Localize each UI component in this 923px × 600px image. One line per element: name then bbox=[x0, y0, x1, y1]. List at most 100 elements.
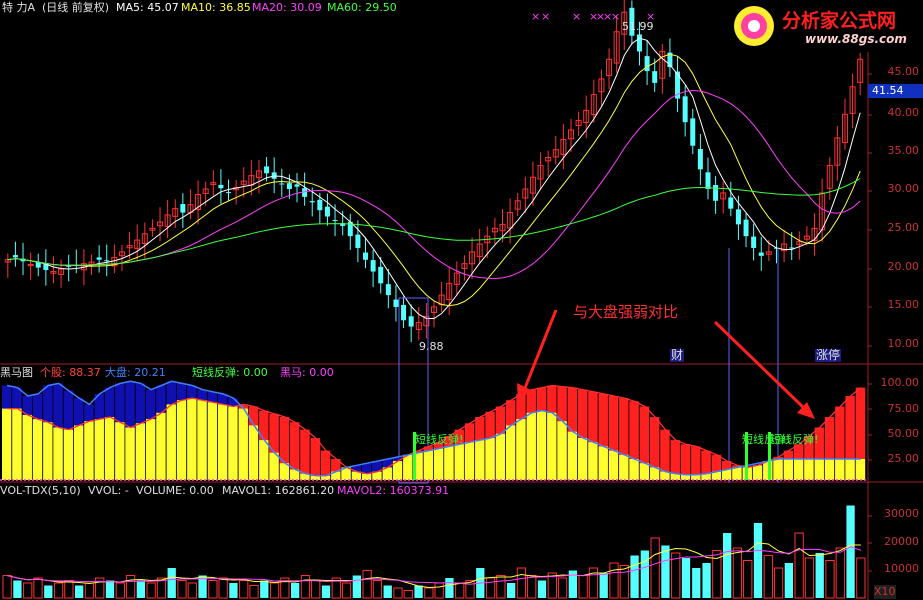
candle-body bbox=[96, 257, 102, 260]
period-label: (日线 前复权) bbox=[42, 1, 110, 14]
volume-bar bbox=[640, 550, 649, 598]
market-bar bbox=[444, 446, 455, 480]
market-bar bbox=[475, 440, 486, 480]
ma10-label: MA10: 36.85 bbox=[181, 1, 251, 14]
volume-bar bbox=[619, 565, 629, 599]
volume-bar bbox=[208, 580, 218, 599]
ma20-line bbox=[7, 89, 861, 280]
candle-body bbox=[363, 252, 369, 260]
volume-bar bbox=[218, 577, 228, 599]
stock-bar bbox=[156, 412, 167, 480]
market-bar bbox=[794, 459, 805, 480]
rebound-label: 短线反弹! bbox=[415, 433, 464, 446]
volume-tick: 20000 bbox=[884, 535, 919, 548]
x-mark: × bbox=[541, 10, 551, 23]
candle-body bbox=[393, 299, 399, 307]
market-bar bbox=[454, 444, 465, 480]
candle-body bbox=[180, 204, 186, 213]
x-mark: × bbox=[531, 10, 541, 23]
market-bar bbox=[824, 459, 836, 480]
candle-body bbox=[652, 71, 658, 83]
volume-bar bbox=[33, 577, 43, 599]
market-bar bbox=[557, 421, 568, 480]
x-mark: × bbox=[572, 10, 582, 23]
volume-bar bbox=[455, 582, 465, 599]
candle-body bbox=[279, 183, 285, 185]
volume-bar bbox=[44, 585, 53, 598]
stock-bar bbox=[310, 438, 321, 480]
x-mark: × bbox=[611, 10, 621, 23]
volume-bar bbox=[773, 567, 784, 599]
market-bar bbox=[639, 463, 650, 480]
volume-title: VOL-TDX(5,10) bbox=[0, 484, 81, 497]
indicator-tick: 100.00 bbox=[880, 376, 920, 389]
volume-bar bbox=[53, 582, 64, 599]
volume-bar bbox=[414, 585, 423, 598]
stock-bar bbox=[176, 400, 188, 480]
volume-bar bbox=[187, 582, 197, 599]
indicator-market: 大盘: 20.21 bbox=[105, 366, 166, 379]
volume-bar bbox=[84, 582, 95, 599]
stock-bar bbox=[94, 419, 105, 480]
candle-body bbox=[370, 260, 376, 272]
stock-bar bbox=[22, 414, 33, 480]
candle-body bbox=[309, 201, 315, 203]
market-bar bbox=[722, 469, 733, 480]
stock-bar bbox=[166, 404, 177, 480]
market-bar bbox=[516, 419, 527, 480]
market-bar bbox=[608, 450, 620, 480]
volume-bar bbox=[372, 580, 383, 599]
indicator-darkhorse: 黑马: 0.00 bbox=[280, 366, 334, 379]
x-mark: × bbox=[646, 10, 656, 23]
market-bar bbox=[495, 433, 506, 480]
stock-bar bbox=[228, 406, 239, 480]
market-bar bbox=[567, 431, 578, 480]
stock-bar bbox=[197, 400, 208, 480]
market-bar bbox=[619, 454, 630, 480]
candle-body bbox=[385, 284, 391, 296]
volume-bar bbox=[743, 560, 753, 599]
market-bar bbox=[547, 412, 558, 480]
market-bar bbox=[629, 459, 640, 480]
candle-body bbox=[751, 236, 757, 248]
volume-mavol1: MAVOL1: 162861.20 bbox=[222, 484, 335, 497]
market-bar bbox=[578, 438, 589, 480]
volume-bar bbox=[352, 575, 361, 598]
volume-bar bbox=[804, 557, 815, 599]
volume-bar bbox=[13, 580, 22, 598]
volume-bar bbox=[125, 575, 136, 599]
candle-body bbox=[355, 234, 361, 248]
volume-bar bbox=[846, 505, 855, 598]
stock-bar bbox=[2, 408, 13, 480]
candle-body bbox=[644, 56, 650, 72]
market-bar bbox=[259, 440, 270, 480]
candle-body bbox=[226, 192, 232, 194]
volume-bar bbox=[311, 580, 321, 599]
stock-name: 特 力A bbox=[2, 1, 36, 14]
candle-body bbox=[12, 255, 18, 258]
volume-mavol2: MAVOL2: 160373.91 bbox=[337, 484, 450, 497]
volume-unit: X10 bbox=[874, 585, 896, 599]
price-tick: 10.00 bbox=[887, 337, 920, 350]
volume-bar bbox=[516, 567, 527, 599]
volume-bar bbox=[527, 575, 537, 599]
price-tick: 45.00 bbox=[887, 65, 920, 78]
market-bar bbox=[536, 410, 548, 480]
market-bar bbox=[423, 450, 434, 480]
volume-bar bbox=[146, 582, 156, 599]
market-bar bbox=[464, 442, 476, 480]
candle-body bbox=[682, 96, 688, 123]
volume-tick: 10000 bbox=[884, 562, 919, 575]
logo-url: www.88gs.com bbox=[805, 32, 907, 46]
arrow-shaft bbox=[521, 309, 558, 394]
ma10-line bbox=[7, 53, 861, 307]
candle-body bbox=[218, 184, 224, 189]
volume-bar bbox=[578, 575, 588, 599]
volume-bar bbox=[434, 582, 444, 599]
current-price-tag: 41.54 bbox=[868, 84, 923, 98]
annotation-text: 与大盘强弱对比 bbox=[573, 303, 679, 321]
stock-bar bbox=[207, 402, 218, 480]
candle-body bbox=[408, 316, 414, 327]
price-tick: 40.00 bbox=[887, 106, 920, 119]
ma60-label: MA60: 29.50 bbox=[327, 1, 397, 14]
